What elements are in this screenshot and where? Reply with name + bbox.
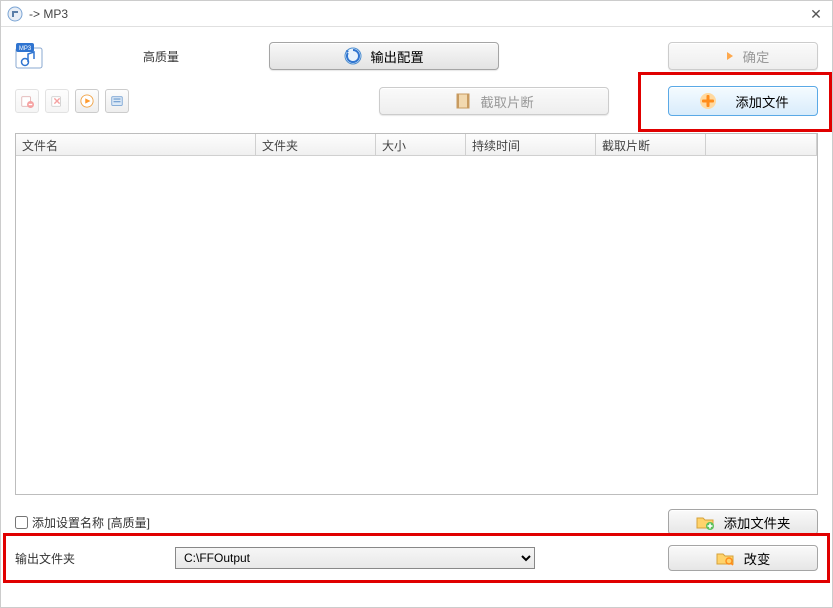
gear-spin-icon (344, 47, 362, 65)
bottom-section: 添加设置名称 [高质量] 添加文件夹 输出文件夹 C:\FFOutput (1, 495, 832, 579)
folder-plus-icon (696, 513, 714, 531)
film-clip-icon (454, 92, 472, 110)
titlebar: -> MP3 ✕ (1, 1, 832, 27)
col-header-clip[interactable]: 截取片断 (596, 134, 706, 155)
confirm-button[interactable]: 确定 (668, 42, 818, 70)
toolbar-row-1: MP3 高质量 输出配置 确定 (15, 37, 818, 75)
col-header-folder[interactable]: 文件夹 (256, 134, 376, 155)
clip-button[interactable]: 截取片断 (379, 87, 609, 115)
col-header-spacer (706, 134, 817, 155)
clip-label: 截取片断 (480, 92, 533, 111)
app-icon (7, 6, 23, 22)
change-label: 改变 (744, 549, 771, 568)
close-button[interactable]: ✕ (806, 4, 826, 24)
output-config-label: 输出配置 (370, 47, 423, 66)
col-header-size[interactable]: 大小 (376, 134, 466, 155)
plus-icon (697, 92, 725, 110)
output-folder-label: 输出文件夹 (15, 550, 175, 567)
col-header-duration[interactable]: 持续时间 (466, 134, 596, 155)
remove-item-button[interactable] (15, 89, 39, 113)
add-file-wrap: 添加文件 (668, 86, 818, 116)
folder-search-icon (716, 549, 734, 567)
confirm-label: 确定 (743, 47, 770, 66)
col-header-name[interactable]: 文件名 (16, 134, 256, 155)
play-button[interactable] (75, 89, 99, 113)
toolbar-row-2: 截取片断 添加文件 (15, 81, 818, 121)
bottom-row-2: 输出文件夹 C:\FFOutput 改变 (15, 541, 818, 575)
add-file-label: 添加文件 (735, 92, 788, 111)
options-button[interactable] (105, 89, 129, 113)
mp3-format-icon: MP3 (15, 42, 43, 70)
add-folder-button[interactable]: 添加文件夹 (668, 509, 818, 535)
append-settings-checkbox[interactable] (15, 516, 28, 529)
append-settings-checkbox-wrap[interactable]: 添加设置名称 [高质量] (15, 514, 150, 531)
add-folder-label: 添加文件夹 (724, 513, 791, 532)
output-row-wrap: 输出文件夹 C:\FFOutput 改变 (15, 539, 818, 575)
output-config-button[interactable]: 输出配置 (269, 42, 499, 70)
add-file-button[interactable]: 添加文件 (668, 86, 818, 116)
file-table: 文件名 文件夹 大小 持续时间 截取片断 (15, 133, 818, 495)
quality-label: 高质量 (143, 48, 179, 65)
small-icon-group (15, 89, 129, 113)
append-settings-label: 添加设置名称 [高质量] (32, 514, 150, 531)
output-folder-select[interactable]: C:\FFOutput (175, 547, 535, 569)
arrow-right-icon (717, 47, 735, 65)
change-folder-button[interactable]: 改变 (668, 545, 818, 571)
top-toolbar: MP3 高质量 输出配置 确定 (1, 27, 832, 125)
window-title: -> MP3 (29, 7, 806, 21)
svg-text:MP3: MP3 (19, 46, 32, 52)
table-header: 文件名 文件夹 大小 持续时间 截取片断 (16, 134, 817, 156)
clear-button[interactable] (45, 89, 69, 113)
bottom-row-1: 添加设置名称 [高质量] 添加文件夹 (15, 505, 818, 539)
